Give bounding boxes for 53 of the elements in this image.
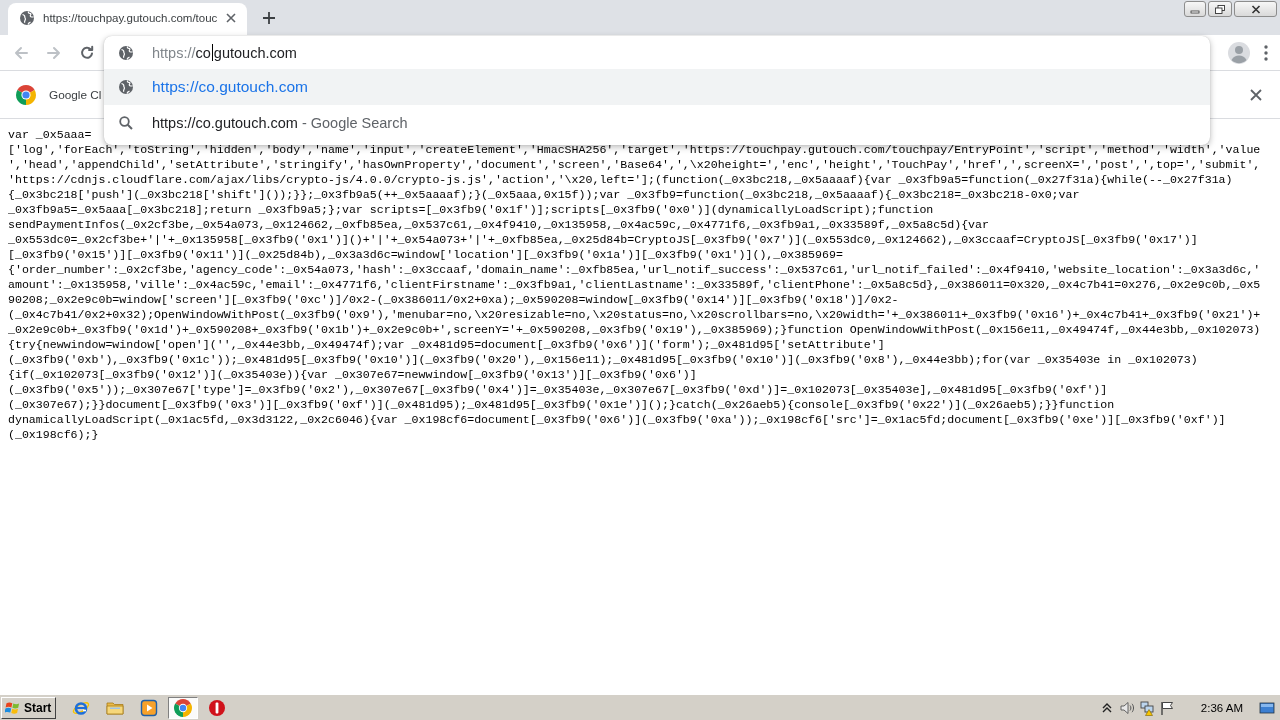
speaker-icon[interactable] xyxy=(1118,699,1135,716)
menu-icon[interactable] xyxy=(1264,44,1268,61)
plus-icon[interactable] xyxy=(262,10,277,25)
avatar-icon[interactable] xyxy=(1227,40,1251,65)
code-line: {_0x3bc218['push'](_0x3bc218['shift']());}};_0x3fb9a5(++_0x5aaaaf);}(_0x5aaa,0x15f));var _0x3fb9=function(_0x3bc218,_0x5aaaaf){_0x3bc218=_0x3bc218-0x0;var xyxy=(8,187,1081,202)
code-line: {'order_number':_0x2cf3be,'agency_code':_0x54a073,'hash':_0x3ccaaf,'domain_name':_0xfb85ea,'url_notif_success':_0x537c61,'url_notif_failed':_0x4f9410,'website_location':_0x3a3d6c,' xyxy=(8,262,1262,277)
code-line: dynamicallyLoadScript(_0x1ac5fd,_0x3d3122,_0x2c6046){var _0x198cf6=document[_0x3fb9('0x6')](_0x3fb9('0xa'));_0x198cf6['src']=_0x1ac5fd;document[_0x3fb9('0xe')][_0x3fb9('0xf')] xyxy=(8,412,1227,427)
code-line: (_0x3fb9('0xb'),_0x3fb9('0x1c'));_0x481d95[_0x3fb9('0x10')](_0x3fb9('0x20'),_0x156e11);_0x481d95[_0x3fb9('0x10')](_0x3fb9('0x8'),_0x44e3bb);for(var _0x35403e in _0x102073) xyxy=(8,352,1199,367)
restore-button[interactable] xyxy=(1208,1,1232,17)
code-line: {if(_0x102073[_0x3fb9('0x12')](_0x35403e)){var _0x307e67=newwindow[_0x3fb9('0x13')][_0x3fb9('0x6')] xyxy=(8,367,698,382)
code-line: (_0x3fb9('0x5'));_0x307e67['type']=_0x3fb9('0x2'),_0x307e67[_0x3fb9('0x4')]=_0x35403e,_0x307e67[_0x3fb9('0xd')]=_0x102073[_0x35403e],_0x481d95[_0x3fb9('0xf')] xyxy=(8,382,1109,397)
close-icon xyxy=(1250,4,1261,14)
clock[interactable]: 2:36 AM xyxy=(1200,701,1243,714)
close-icon[interactable] xyxy=(225,12,238,24)
globe-icon xyxy=(118,79,134,95)
globe-icon xyxy=(19,10,35,26)
round-logo-icon xyxy=(16,84,36,105)
close-icon[interactable] xyxy=(1249,87,1263,102)
play-icon xyxy=(140,698,159,717)
restore-icon xyxy=(1215,4,1225,14)
start-button[interactable]: Start xyxy=(1,696,57,719)
search-icon xyxy=(119,116,133,130)
infobar-message: Google Cl xyxy=(49,87,102,102)
code-line: 90208;_0x2e9c0b=window['screen'][_0x3fb9('0xc')]/0x2-(_0x386011/0x2+0xa);_0x590208=window[_0x3fb9('0x14')][_0x3fb9('0x18')]/0x2- xyxy=(8,292,900,307)
flag-icon[interactable] xyxy=(1158,699,1175,716)
suggestion-item[interactable]: https://co.gutouch.com - Google Search xyxy=(104,105,1210,141)
round-logo-icon xyxy=(174,698,193,717)
code-line: [_0x3fb9('0x15')][_0x3fb9('0x11')](_0x25d84b),_0x3a3d6c=window['location'][_0x3fb9('0x1a')][_0x3fb9('0x1')](),_0x385969= xyxy=(8,247,844,262)
code-line: var _0x5aaa= xyxy=(8,127,93,142)
code-line: _0x3fb9a5=_0x5aaa[_0x3bc218];return _0x3fb9a5;};var scripts=[_0x3fb9('0x1f')];scripts[_0x3fb9('0x0')](dynamicallyLoadScript);function xyxy=(8,202,935,217)
forward-arrow-icon xyxy=(46,44,62,61)
back-arrow-icon xyxy=(13,44,29,61)
reload-icon xyxy=(79,44,95,61)
close-button[interactable] xyxy=(1234,1,1277,17)
code-line: sendPaymentInfos(_0x2cf3be,_0x54a073,_0x124662,_0xfb85ea,_0x537c61,_0x4f9410,_0x135958,_0x4ac59c,_0x4771f6,_0x3fb9a1,_0x33589f,_0x5a8c5d){var xyxy=(8,217,990,232)
code-line: ['log','forEach','toString','hidden','body','name','input','createElement','HmacSHA256','target','https://touchpay.gutouch.com/touchpay/EntryPoint','script','method','width','value xyxy=(8,142,1262,157)
code-line: _0x553dc0=_0x2cf3be+'|'+_0x135958[_0x3fb9('0x1')]()+'|'+_0x54a073+'|'+_0xfb85ea,_0x25d84b=CryptoJS[_0x3fb9('0x7')](_0x553dc0,_0x124662),_0x3ccaaf=CryptoJS[_0x3fb9('0x17')] xyxy=(8,232,1199,247)
code-line: amount':_0x135958,'ville':_0x4ac59c,'email':_0x4771f6,'clientFirstname':_0x3fb9a1,'clientLastname':_0x33589f,'clientPhone':_0x5a8c5d},_0x386011=0x320,_0x4c7b41=0x276,_0x2e9c0b,_0x5 xyxy=(8,277,1262,292)
code-line: (_0x198cf6);} xyxy=(8,427,100,442)
globe-icon xyxy=(118,44,134,61)
taskbar-app-button[interactable] xyxy=(168,696,199,719)
code-line: {try{newwindow=window['open']('',_0x44e3bb,_0x49474f);var _0x481d95=document[_0x3fb9('0x6')]('form');_0x481d95['setAttribute'] xyxy=(8,337,886,352)
text-cursor xyxy=(211,44,213,61)
suggestion-item[interactable]: https://co.gutouch.com xyxy=(104,69,1210,105)
address-field[interactable]: https://co gutouch.com xyxy=(104,36,1210,69)
exclamation-circle-icon xyxy=(208,698,227,717)
code-line: ','head','appendChild','setAttribute','stringify','hasOwnProperty','document','screen','Base64',',\x20height=','enc','height','TouchPay','href',',screenX=','post',',top=','submit', xyxy=(8,157,1262,172)
code-line: 'https://cdnjs.cloudflare.com/ajax/libs/crypto-js/4.0.0/crypto-js.js','action','\x20,left='];(function(_0x3bc218,_0x5aaaaf){var _0x3fb9a5=function(_0x27f31a){while(--_0x27f31a) xyxy=(8,172,1234,187)
code-line: (_0x307e67);}}document[_0x3fb9('0x3')][_0x3fb9('0xf')](_0x481d95);_0x481d95[_0x3fb9('0x1e')]();}catch(_0x26aeb5){console[_0x3fb9('0x22')](_0x26aeb5);}}function xyxy=(8,397,1116,412)
desktop-icon[interactable] xyxy=(1259,699,1275,716)
code-line: _0x2e9c0b+_0x3fb9('0x1d')+_0x590208+_0x3fb9('0x1b')+_0x2e9c0b+',screenY='+_0x590208,_0x3fb9('0x19'),_0x385969);}function OpenWindowWithPost(_0x156e11,_0x49474f,_0x44e3bb,_0x102073) xyxy=(8,322,1262,337)
browser-tab[interactable]: https://touchpay.gutouch.com/touc xyxy=(8,3,248,35)
code-line: (_0x4c7b41/0x2+0x32);OpenWindowWithPost(_0x3fb9('0x9'),'menubar=no,\x20resizable=no,\x20status=no,\x20scrollbars=no,\x20width='+_0x386011+_0x3fb9('0x16')+_0x4c7b41+_0x3fb9('0x21')+ xyxy=(8,307,1262,322)
